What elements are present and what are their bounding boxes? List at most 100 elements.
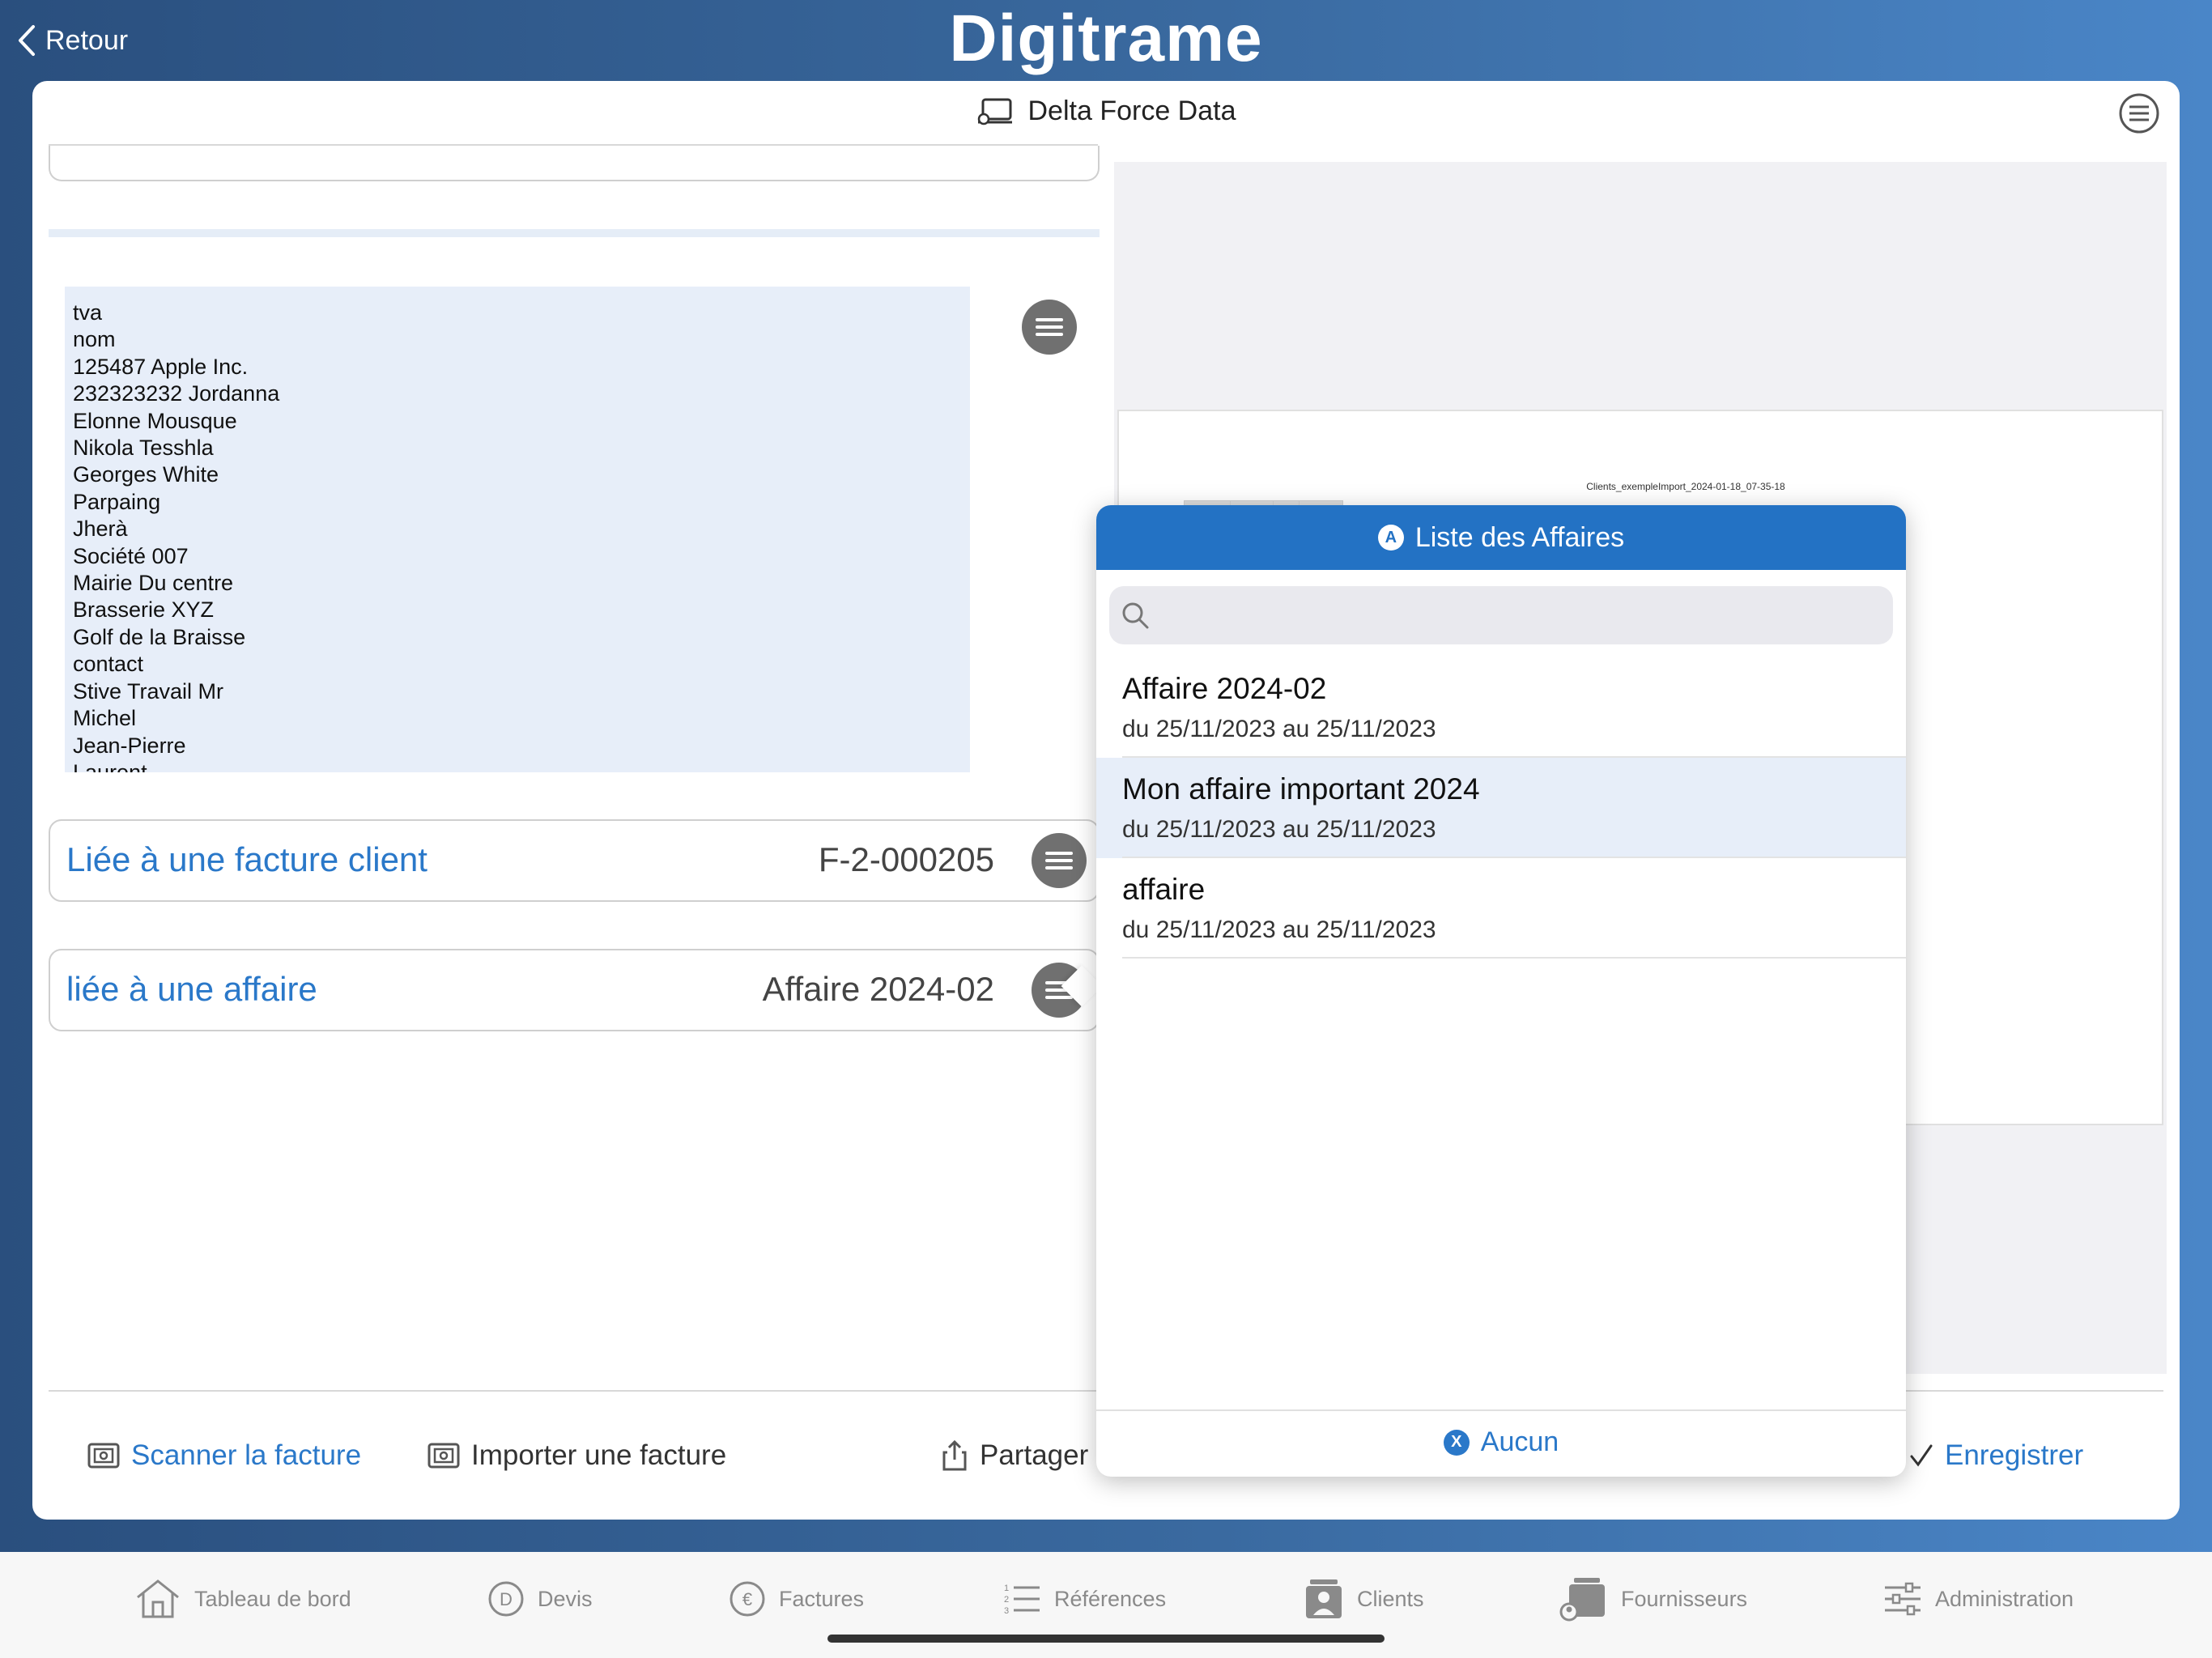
scan-icon [87,1443,120,1469]
section-separator [49,229,1100,237]
name-list-item: Elonne Mousque [73,408,237,433]
name-list-item: tva [73,300,103,325]
euro-icon: € [730,1581,765,1617]
affair-item[interactable]: affaire du 25/11/2023 au 25/11/2023 [1096,858,1906,959]
name-list-item: 125487 Apple Inc. [73,354,249,379]
preview-doc-title: Clients_exempleImport_2024-01-18_07-35-1… [1586,481,1785,492]
hamburger-icon [1045,852,1073,855]
popover-title: Liste des Affaires [1414,521,1625,553]
svg-text:€: € [742,1589,752,1609]
tab-label: Références [1054,1586,1167,1611]
client-icon [1306,1579,1342,1618]
svg-text:D: D [500,1589,513,1609]
card-header: Delta Force Data [32,81,2180,146]
tab-quotes[interactable]: D Devis [487,1575,593,1623]
tab-clients[interactable]: Clients [1304,1575,1424,1623]
names-list[interactable]: tva nom 125487 Apple Inc. 232323232 Jordann… [65,287,970,772]
name-list-item: Stive Travail Mr [73,678,224,704]
scan-invoice-button[interactable]: Scanner la facture [87,1435,361,1477]
devices-icon [977,98,1012,125]
affairs-search [1109,586,1893,644]
name-list-item: Jherà [73,517,128,542]
name-list-item: 232323232 Jordanna [73,381,280,406]
affair-item-selected[interactable]: Mon affaire important 2024 du 25/11/2023… [1096,758,1906,858]
affair-name: Mon affaire important 2024 [1122,772,1480,806]
tab-label: Fournisseurs [1621,1586,1748,1611]
top-bar: Retour Digitrame [0,0,2212,81]
invoice-link-field[interactable]: Liée à une facture client F-2-000205 [49,819,1100,902]
popover-header: A Liste des Affaires [1096,505,1906,570]
name-list-item: Golf de la Braisse [73,624,246,649]
tab-suppliers[interactable]: Fournisseurs [1559,1575,1747,1623]
scan-invoice-label: Scanner la facture [131,1439,362,1471]
home-icon [137,1579,179,1618]
affairs-search-input[interactable] [1161,586,1882,644]
tab-references[interactable]: 1 23 Références [1002,1575,1166,1623]
name-list-item: Mairie Du centre [73,571,234,596]
tab-label: Devis [538,1586,593,1611]
svg-text:3: 3 [1004,1606,1009,1616]
save-button[interactable]: Enregistrer [1909,1435,2083,1477]
tab-label: Tableau de bord [194,1586,351,1611]
menu-circle-icon[interactable] [2118,92,2160,134]
import-invoice-button[interactable]: Importer une facture [428,1435,726,1477]
name-list-item: nom [73,327,116,352]
invoice-link-menu-button[interactable] [1032,833,1087,888]
project-link-label: liée à une affaire [66,970,317,1008]
project-link-value: Affaire 2024-02 [762,970,994,1008]
invoice-link-label: Liée à une facture client [66,840,428,878]
name-list-item: contact [73,652,144,677]
devis-icon: D [488,1581,524,1617]
tab-label: Clients [1357,1586,1424,1611]
name-list-item: Brasserie XYZ [73,597,215,623]
list-separator [1122,957,1906,959]
share-label: Partager [980,1439,1089,1471]
app-logo: Digitrame [949,2,1263,75]
supplier-icon [1559,1578,1605,1622]
popover-footer-divider [1096,1409,1906,1411]
checkmark-icon [1910,1444,1933,1467]
company-title: Delta Force Data [32,96,2180,127]
name-list-item: Michel [73,706,137,731]
sliders-icon [1885,1582,1921,1616]
import-icon [428,1443,460,1469]
tab-invoices[interactable]: € Factures [729,1575,864,1623]
tab-dashboard[interactable]: Tableau de bord [134,1575,351,1623]
tab-administration[interactable]: Administration [1883,1575,2074,1623]
affair-dates: du 25/11/2023 au 25/11/2023 [1122,916,1436,943]
home-indicator [827,1635,1385,1643]
previous-field[interactable] [49,146,1100,181]
invoice-link-value: F-2-000205 [818,840,994,878]
tab-bar: Tableau de bord D Devis € Factures 1 23 R… [0,1552,2212,1658]
close-icon: X [1443,1429,1470,1456]
name-list-item: Nikola Tesshla [73,436,214,461]
affair-name: affaire [1122,873,1206,906]
search-icon [1122,602,1149,629]
name-list-item: Parpaing [73,489,161,514]
name-list-item: Jean-Pierre [73,733,186,758]
svg-text:2: 2 [1004,1595,1009,1605]
share-button[interactable]: Partager [941,1435,1088,1477]
name-list-item: Georges White [73,462,219,487]
names-menu-button[interactable] [1022,300,1077,355]
none-button[interactable]: X Aucun [1096,1426,1906,1458]
affairs-popover: A Liste des Affaires Affaire 2024-02 du … [1096,505,1906,1477]
project-link-field[interactable]: liée à une affaire Affaire 2024-02 [49,949,1100,1031]
popover-badge: A [1377,525,1404,551]
hamburger-icon [1036,318,1063,321]
svg-text:1: 1 [1004,1584,1009,1593]
affair-item[interactable]: Affaire 2024-02 du 25/11/2023 au 25/11/2… [1096,657,1906,758]
import-invoice-label: Importer une facture [471,1439,727,1471]
list-numbered-icon: 1 23 [1004,1584,1040,1616]
affair-name: Affaire 2024-02 [1122,672,1327,705]
affair-dates: du 25/11/2023 au 25/11/2023 [1122,816,1436,843]
share-icon [942,1439,967,1471]
none-label: Aucun [1480,1426,1559,1457]
save-label: Enregistrer [1945,1439,2084,1471]
name-list-item: Société 007 [73,543,189,568]
tab-label: Administration [1935,1586,2074,1611]
name-list-item: Laurent [73,759,147,772]
affair-dates: du 25/11/2023 au 25/11/2023 [1122,716,1436,742]
company-name: Delta Force Data [1027,96,1236,126]
tab-label: Factures [779,1586,865,1611]
